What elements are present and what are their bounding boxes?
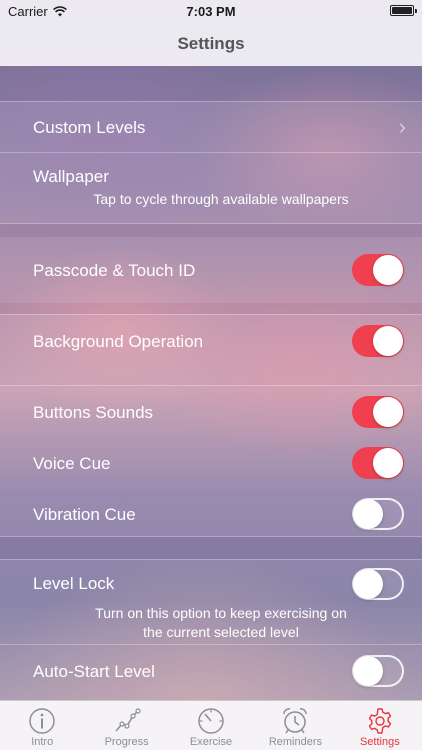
voice-cue-toggle[interactable] <box>352 447 404 479</box>
buttons-sounds-label: Buttons Sounds <box>33 403 154 422</box>
tab-settings-label: Settings <box>359 736 400 748</box>
wallpaper-label: Wallpaper <box>33 167 109 186</box>
tab-reminders[interactable]: Reminders <box>253 701 337 750</box>
auto-start-level-toggle[interactable] <box>352 655 404 687</box>
buttons-sounds-toggle[interactable] <box>352 396 404 428</box>
tab-progress[interactable]: Progress <box>84 701 168 750</box>
tab-intro-label: Intro <box>31 736 54 748</box>
status-bar: Carrier 7:03 PM <box>0 0 422 22</box>
level-lock-subtitle-line1: Turn on this option to keep exercising o… <box>95 605 347 621</box>
alarm-clock-icon <box>283 708 308 734</box>
passcode-row: Passcode & Touch ID <box>0 237 422 303</box>
tab-reminders-label: Reminders <box>268 736 323 748</box>
vibration-cue-label: Vibration Cue <box>33 505 136 524</box>
wallpaper-subtitle: Tap to cycle through available wallpaper… <box>93 191 349 207</box>
sound-settings-group: Buttons Sounds Voice Cue Vibration Cue <box>0 386 422 536</box>
custom-levels-label: Custom Levels <box>33 118 146 137</box>
page-title: Settings <box>177 34 245 53</box>
info-icon <box>29 708 55 734</box>
progress-chart-icon <box>115 708 141 732</box>
navigation-bar: Carrier 7:03 PM Settings <box>0 0 422 66</box>
level-lock-row: Level Lock Turn on this option to keep e… <box>0 560 422 644</box>
background-operation-label: Background Operation <box>33 332 204 351</box>
level-lock-subtitle-line2: the current selected level <box>143 624 299 640</box>
tab-bar: Intro Progress Exercise Reminders Settin… <box>0 700 422 750</box>
tab-settings[interactable]: Settings <box>338 701 422 750</box>
auto-start-level-label: Auto-Start Level <box>33 662 155 681</box>
timer-gauge-icon <box>198 708 224 734</box>
settings-list[interactable]: Custom Levels › Wallpaper Tap to cycle t… <box>0 66 422 700</box>
level-lock-toggle[interactable] <box>352 568 404 600</box>
background-operation-row: Background Operation <box>0 315 422 385</box>
tab-exercise-label: Exercise <box>189 736 233 748</box>
tab-progress-label: Progress <box>104 736 149 748</box>
auto-start-level-row: Auto-Start Level <box>0 645 422 700</box>
level-lock-label: Level Lock <box>33 574 115 593</box>
wallpaper-row[interactable]: Wallpaper Tap to cycle through available… <box>0 153 422 223</box>
tab-intro[interactable]: Intro <box>0 701 84 750</box>
status-time: 7:03 PM <box>186 4 236 19</box>
passcode-toggle[interactable] <box>352 254 404 286</box>
background-operation-toggle[interactable] <box>352 325 404 357</box>
vibration-cue-toggle[interactable] <box>352 498 404 530</box>
divider <box>0 536 422 537</box>
battery-icon <box>390 5 417 16</box>
passcode-label: Passcode & Touch ID <box>33 261 196 280</box>
voice-cue-label: Voice Cue <box>33 454 111 473</box>
divider <box>0 223 422 224</box>
chevron-right-icon: › <box>398 114 406 139</box>
tab-exercise[interactable]: Exercise <box>169 701 253 750</box>
custom-levels-row[interactable]: Custom Levels › <box>0 102 422 152</box>
gear-icon <box>368 708 392 734</box>
